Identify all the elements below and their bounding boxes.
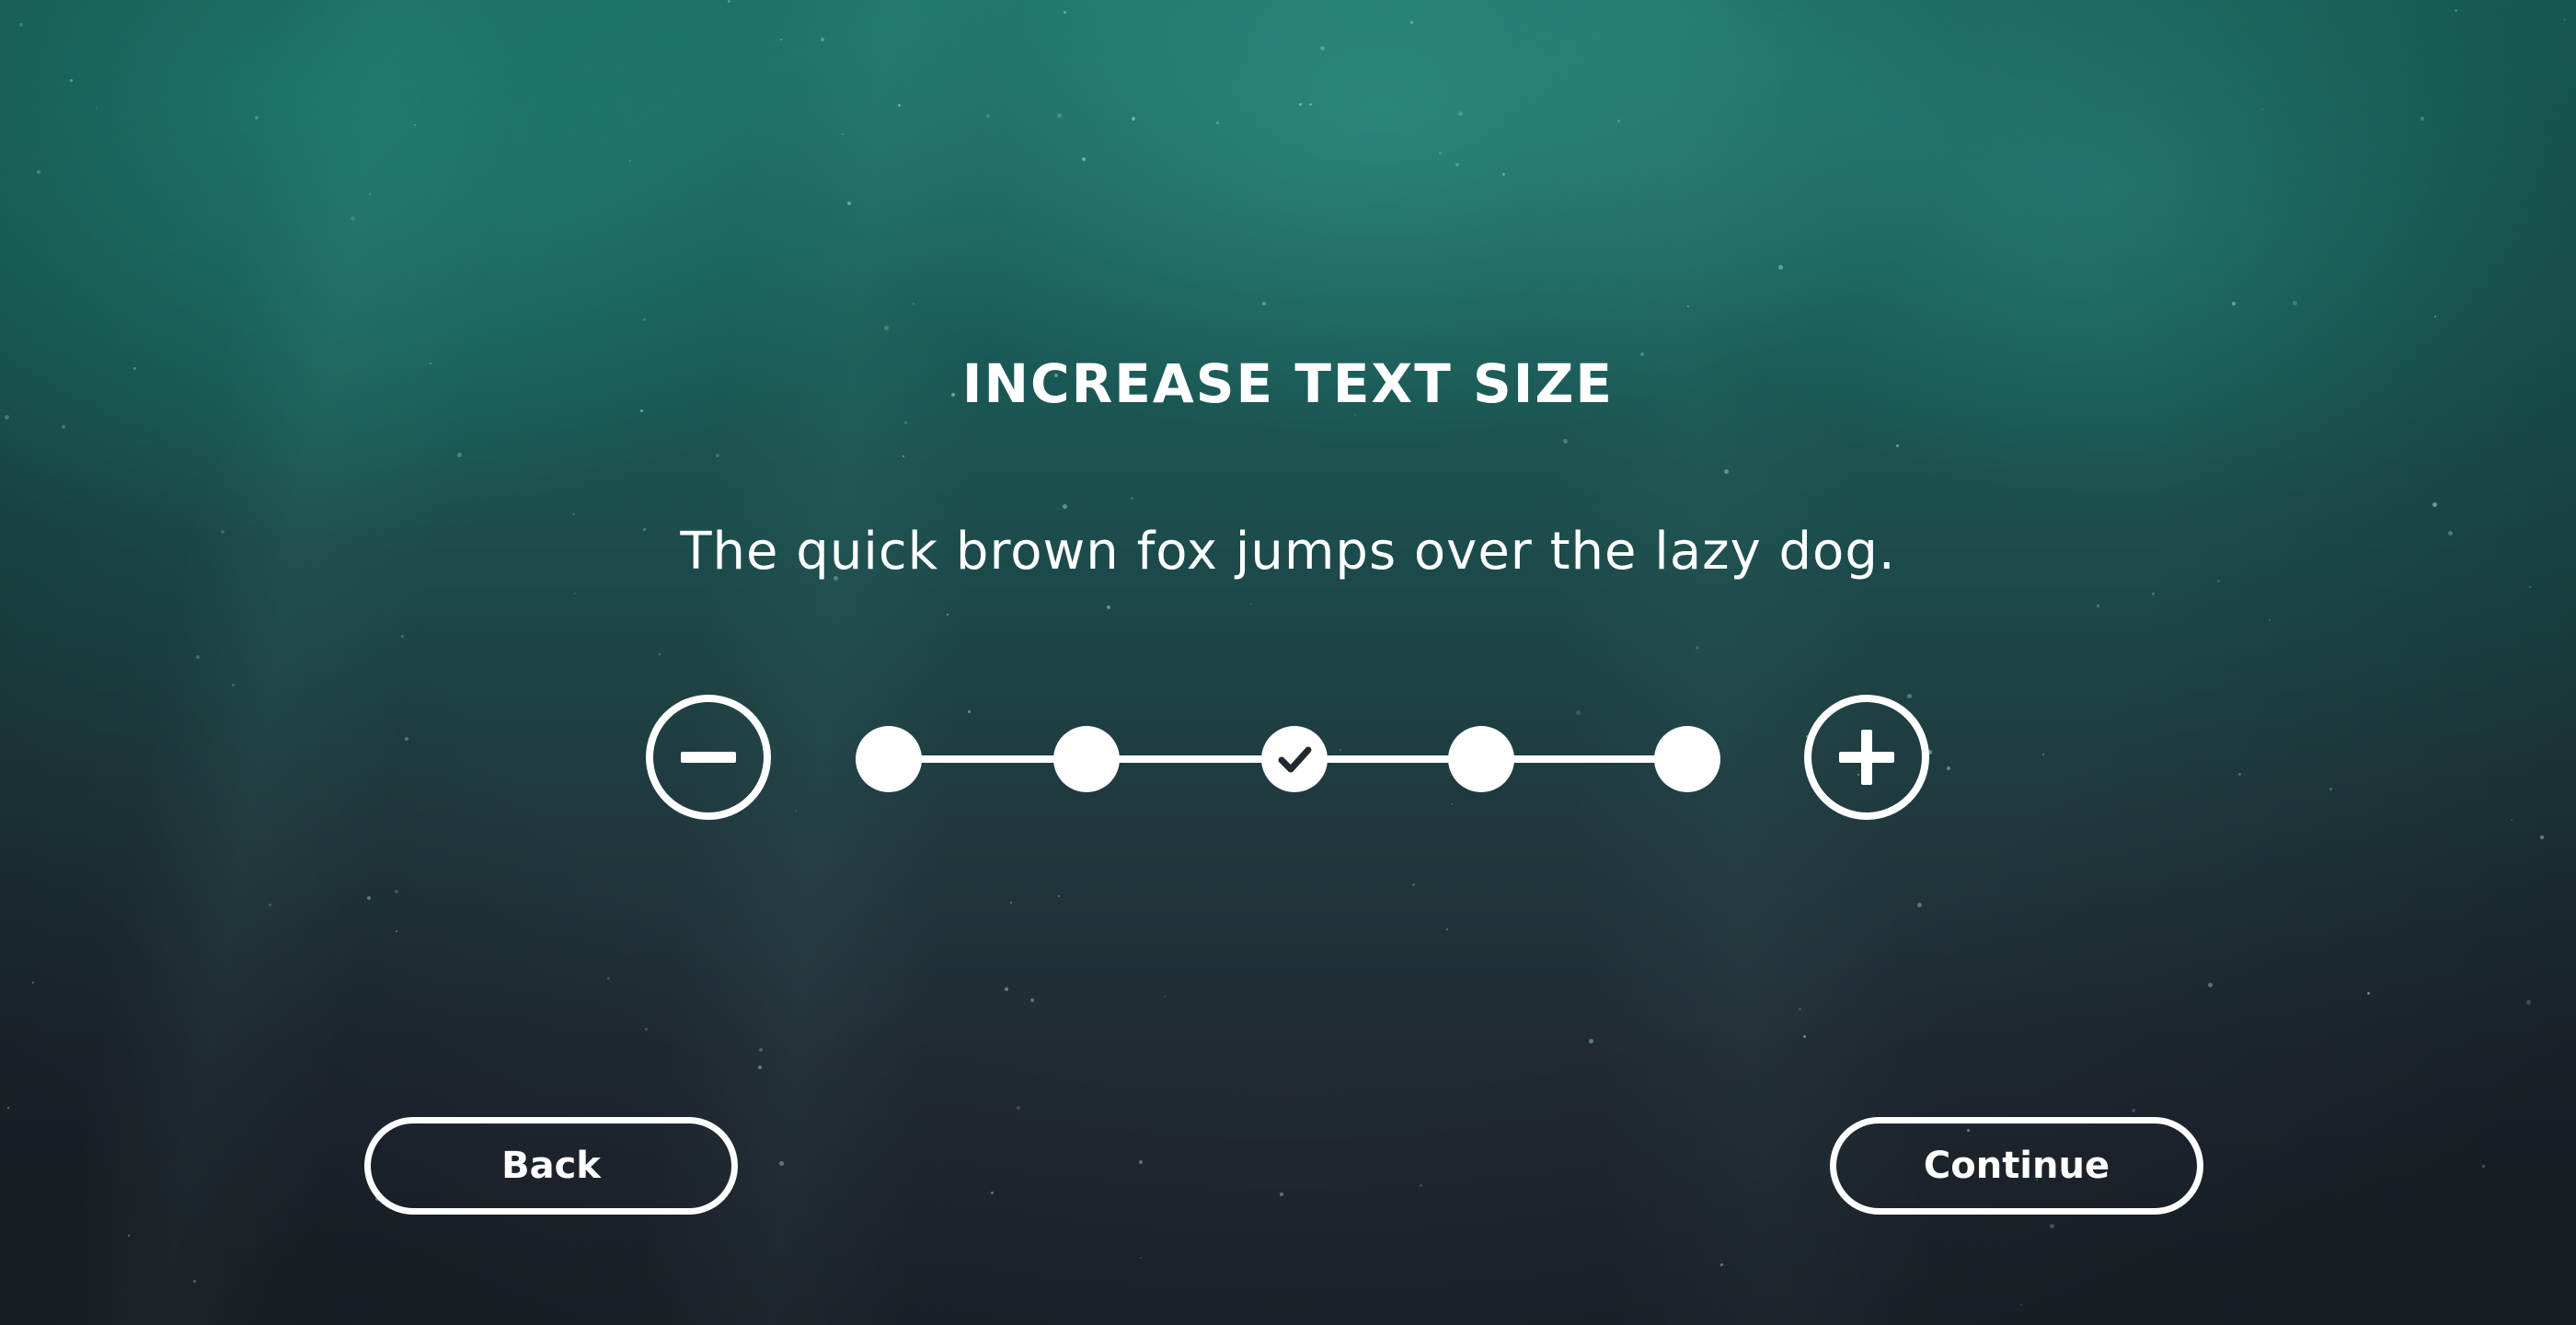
- text-size-step-2[interactable]: [1053, 726, 1120, 792]
- continue-button[interactable]: Continue: [1830, 1117, 2203, 1215]
- plus-circle-icon: [1839, 730, 1894, 785]
- increase-text-size-button[interactable]: [1804, 695, 1929, 820]
- text-size-step-1[interactable]: [856, 726, 922, 792]
- checkmark-icon: [1278, 746, 1312, 773]
- decrease-text-size-button[interactable]: [646, 695, 771, 820]
- text-size-step-3[interactable]: [1261, 726, 1328, 792]
- text-size-slider[interactable]: [856, 722, 1720, 796]
- text-size-step-4[interactable]: [1448, 726, 1514, 792]
- minus-circle-icon: [681, 752, 736, 763]
- sample-text: The quick brown fox jumps over the lazy …: [680, 522, 1896, 582]
- page-title: INCREASE TEXT SIZE: [961, 352, 1615, 415]
- text-size-step-5[interactable]: [1654, 726, 1720, 792]
- back-button[interactable]: Back: [364, 1117, 738, 1215]
